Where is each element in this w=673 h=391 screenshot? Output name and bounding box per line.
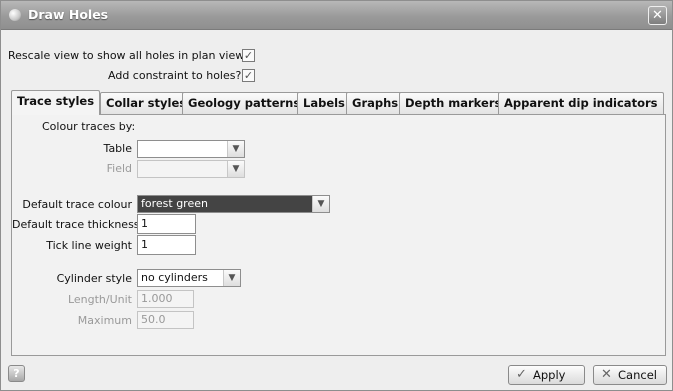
cancel-button[interactable]: ✕ Cancel: [593, 365, 667, 385]
tab-depth-markers[interactable]: Depth markers: [399, 92, 508, 114]
tick-line-weight-label: Tick line weight: [46, 239, 132, 252]
help-icon[interactable]: ?: [8, 365, 25, 382]
maximum-label: Maximum: [77, 314, 132, 327]
table-label: Table: [103, 142, 132, 155]
maximum-input[interactable]: 50.0: [137, 311, 194, 329]
chevron-down-icon: ▼: [227, 161, 244, 177]
field-label: Field: [106, 162, 132, 175]
tab-trace-styles[interactable]: Trace styles: [11, 90, 101, 115]
chevron-down-icon: ▼: [227, 141, 244, 157]
rescale-label: Rescale view to show all holes in plan v…: [8, 49, 251, 62]
cancel-button-label: Cancel: [618, 368, 657, 382]
tab-apparent-dip-indicators[interactable]: Apparent dip indicators: [498, 92, 664, 114]
trace-styles-panel: Colour traces by: Table ▼ Field ▼ Defaul…: [11, 114, 666, 356]
default-trace-thickness-input[interactable]: 1: [137, 214, 196, 234]
close-button[interactable]: ✕: [648, 6, 667, 25]
chevron-down-icon: ▼: [312, 196, 329, 212]
tab-collar-styles[interactable]: Collar styles: [100, 92, 193, 114]
constraint-label: Add constraint to holes?: [108, 69, 242, 82]
default-trace-thickness-label: Default trace thickness: [12, 218, 140, 231]
title-bar[interactable]: Draw Holes ✕: [1, 1, 672, 30]
table-select[interactable]: ▼: [137, 140, 245, 158]
cylinder-style-select[interactable]: no cylinders ▼: [137, 269, 241, 287]
rescale-checkbox[interactable]: ✓: [242, 49, 255, 62]
tab-graphs[interactable]: Graphs: [346, 92, 405, 114]
field-select[interactable]: ▼: [137, 160, 245, 178]
cylinder-style-label: Cylinder style: [56, 272, 132, 285]
constraint-checkbox[interactable]: ✓: [242, 69, 255, 82]
apply-button-label: Apply: [533, 368, 566, 382]
check-icon: ✓: [516, 367, 527, 382]
tick-line-weight-input[interactable]: 1: [137, 235, 196, 255]
default-trace-colour-select[interactable]: forest green ▼: [137, 195, 330, 213]
draw-holes-dialog: Draw Holes ✕ Rescale view to show all ho…: [0, 0, 673, 391]
colour-traces-by-label: Colour traces by:: [42, 120, 136, 133]
tab-geology-patterns[interactable]: Geology patterns: [182, 92, 307, 114]
window-title: Draw Holes: [28, 7, 109, 22]
length-unit-label: Length/Unit: [67, 293, 132, 306]
default-trace-colour-value: forest green: [141, 197, 208, 210]
cylinder-style-value: no cylinders: [141, 271, 208, 284]
chevron-down-icon: ▼: [223, 270, 240, 286]
length-unit-input[interactable]: 1.000: [137, 290, 194, 308]
cancel-icon: ✕: [601, 367, 612, 382]
app-icon: [9, 9, 21, 21]
apply-button[interactable]: ✓ Apply: [508, 365, 585, 385]
tab-labels[interactable]: Labels: [297, 92, 351, 114]
default-trace-colour-label: Default trace colour: [22, 198, 132, 211]
